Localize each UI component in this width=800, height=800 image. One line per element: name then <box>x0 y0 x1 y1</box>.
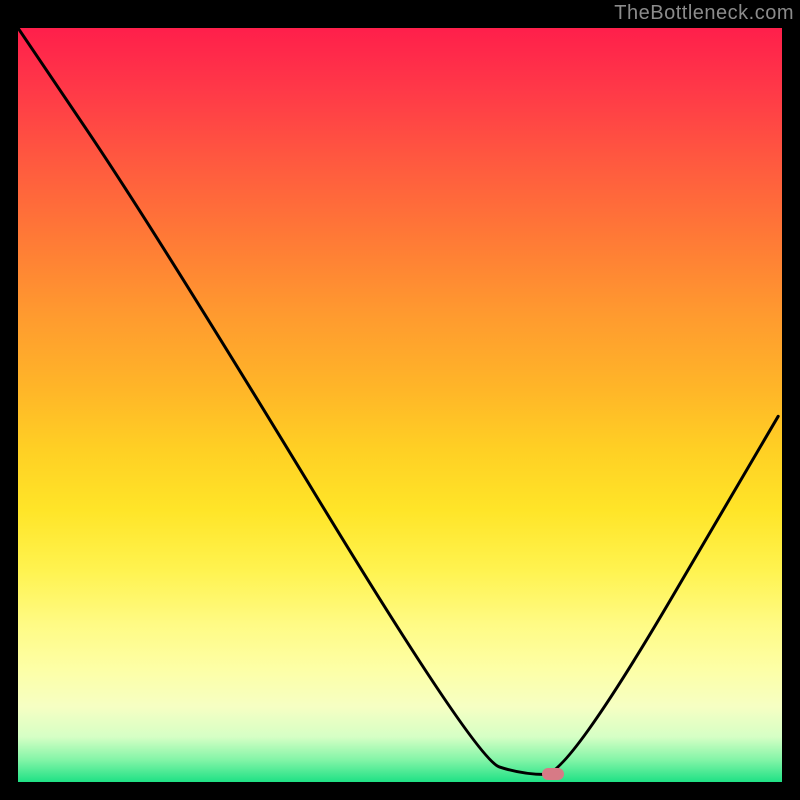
watermark-label: TheBottleneck.com <box>614 2 794 25</box>
chart-frame: TheBottleneck.com <box>0 0 800 800</box>
optimum-marker <box>542 768 564 780</box>
bottleneck-curve <box>18 28 782 782</box>
plot-area <box>18 28 782 782</box>
